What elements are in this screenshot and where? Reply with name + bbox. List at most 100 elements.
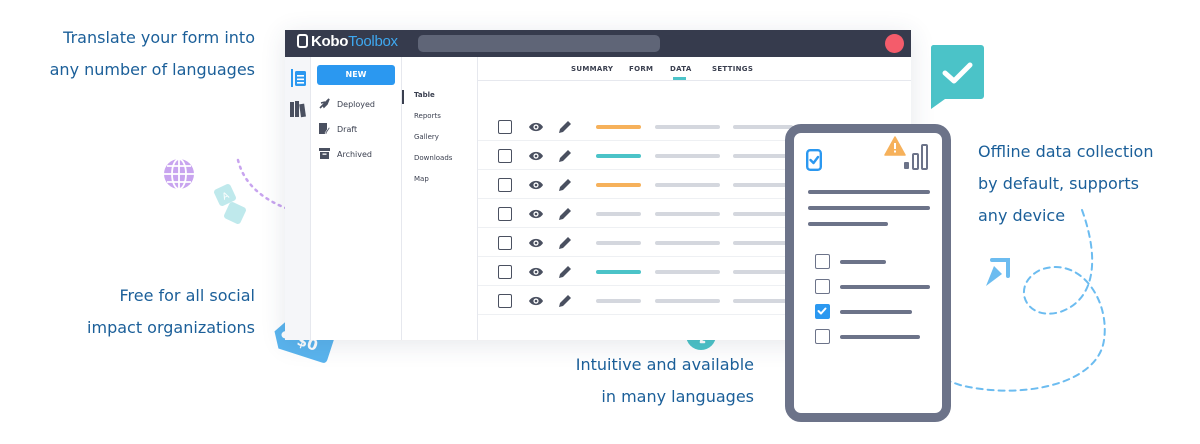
warning-icon [884, 136, 906, 156]
sidebar-item-label: Draft [337, 125, 358, 134]
row-checkbox[interactable] [498, 120, 512, 134]
phone-text-line [808, 190, 930, 194]
row-checkbox[interactable] [498, 207, 512, 221]
eye-icon[interactable] [528, 179, 544, 191]
phone-option-line [840, 285, 930, 289]
eye-icon[interactable] [528, 150, 544, 162]
cell-placeholder-bar [733, 212, 793, 216]
row-checkbox[interactable] [498, 178, 512, 192]
cell-placeholder-bar [655, 183, 720, 187]
avatar[interactable] [885, 34, 904, 53]
sidebar-item-archived[interactable]: Archived [319, 148, 372, 162]
cell-placeholder-bar [733, 154, 793, 158]
callout-offline-line: Offline data collection [978, 142, 1154, 161]
translate-icon: A [214, 184, 246, 224]
tab-summary[interactable]: SUMMARY [571, 65, 613, 73]
status-bar [596, 270, 641, 274]
signal-icon [904, 144, 928, 170]
eye-icon[interactable] [528, 121, 544, 133]
draft-icon [319, 123, 331, 135]
subnav-reports[interactable]: Reports [414, 112, 441, 120]
callout-translate: Translate your form into any number of l… [20, 22, 255, 86]
pencil-icon[interactable] [558, 120, 572, 134]
subnav-gallery[interactable]: Gallery [414, 133, 439, 141]
subnav-map[interactable]: Map [414, 175, 429, 183]
logo-text-bold: Kobo [311, 33, 349, 50]
pencil-icon[interactable] [558, 149, 572, 163]
callout-free: Free for all social impact organizations [20, 280, 255, 344]
logo-mark-icon [297, 34, 308, 48]
checkmark-icon [817, 307, 827, 315]
pencil-icon[interactable] [558, 265, 572, 279]
eye-icon[interactable] [528, 237, 544, 249]
cell-placeholder-bar [733, 183, 793, 187]
row-checkbox[interactable] [498, 265, 512, 279]
callout-intuitive-line: in many languages [601, 387, 754, 406]
phone-checkbox[interactable] [815, 329, 830, 344]
library-icon[interactable] [290, 101, 306, 118]
icon-bar [285, 57, 311, 340]
subnav-downloads[interactable]: Downloads [414, 154, 452, 162]
eye-icon[interactable] [528, 295, 544, 307]
globe-icon [164, 158, 194, 190]
cell-placeholder-bar [733, 299, 793, 303]
cell-placeholder-bar [655, 125, 720, 129]
phone-checkbox[interactable] [815, 279, 830, 294]
cell-placeholder-bar [733, 125, 793, 129]
phone-checkbox-checked[interactable] [815, 304, 830, 319]
phone-checkbox[interactable] [815, 254, 830, 269]
callout-offline-line: any device [978, 206, 1066, 225]
sidebar-item-draft[interactable]: Draft [319, 123, 357, 137]
sidebar-item-label: Deployed [337, 100, 376, 109]
cell-placeholder-bar [655, 299, 720, 303]
phone-option-line [840, 335, 920, 339]
eye-icon[interactable] [528, 266, 544, 278]
tab-settings[interactable]: SETTINGS [712, 65, 753, 73]
subnav-active-indicator [402, 90, 404, 104]
new-button[interactable]: NEW [317, 65, 395, 85]
callout-translate-line: Translate your form into [63, 28, 255, 47]
callout-free-line: Free for all social [119, 286, 255, 305]
rocket-icon [319, 98, 330, 109]
phone-device [785, 124, 951, 422]
logo-text-light: Toolbox [348, 33, 398, 50]
tab-data[interactable]: DATA [670, 65, 692, 73]
check-bubble-icon [930, 45, 984, 109]
kobotoolbox-logo[interactable]: KoboToolbox [297, 33, 398, 50]
cell-placeholder-bar [655, 212, 720, 216]
callout-offline: Offline data collection by default, supp… [978, 136, 1188, 232]
callout-translate-line: any number of languages [49, 60, 255, 79]
sub-navigation: Table Reports Gallery Downloads Map [402, 57, 478, 340]
search-bar[interactable] [418, 35, 660, 52]
pencil-icon[interactable] [558, 294, 572, 308]
form-check-icon [806, 149, 823, 172]
subnav-table[interactable]: Table [414, 91, 435, 99]
sidebar: NEW Deployed Draft Archived [311, 57, 402, 340]
callout-free-line: impact organizations [87, 318, 255, 337]
status-bar [596, 154, 641, 158]
pencil-icon[interactable] [558, 236, 572, 250]
pencil-icon[interactable] [558, 207, 572, 221]
callout-intuitive-line: Intuitive and available [575, 355, 754, 374]
row-checkbox[interactable] [498, 236, 512, 250]
phone-text-line [808, 206, 930, 210]
callout-offline-line: by default, supports [978, 174, 1139, 193]
title-bar: KoboToolbox [285, 30, 911, 57]
forms-icon[interactable] [291, 69, 306, 87]
callout-intuitive: Intuitive and available in many language… [540, 349, 754, 413]
eye-icon[interactable] [528, 208, 544, 220]
status-bar [596, 241, 641, 245]
cell-placeholder-bar [733, 270, 793, 274]
sidebar-item-deployed[interactable]: Deployed [319, 98, 375, 112]
status-bar [596, 125, 641, 129]
tab-form[interactable]: FORM [629, 65, 653, 73]
status-bar [596, 299, 641, 303]
satellite-icon [986, 258, 1010, 286]
pencil-icon[interactable] [558, 178, 572, 192]
cell-placeholder-bar [655, 154, 720, 158]
archive-icon [319, 148, 330, 159]
active-tab-indicator [673, 77, 686, 80]
row-checkbox[interactable] [498, 149, 512, 163]
row-checkbox[interactable] [498, 294, 512, 308]
status-bar [596, 183, 641, 187]
